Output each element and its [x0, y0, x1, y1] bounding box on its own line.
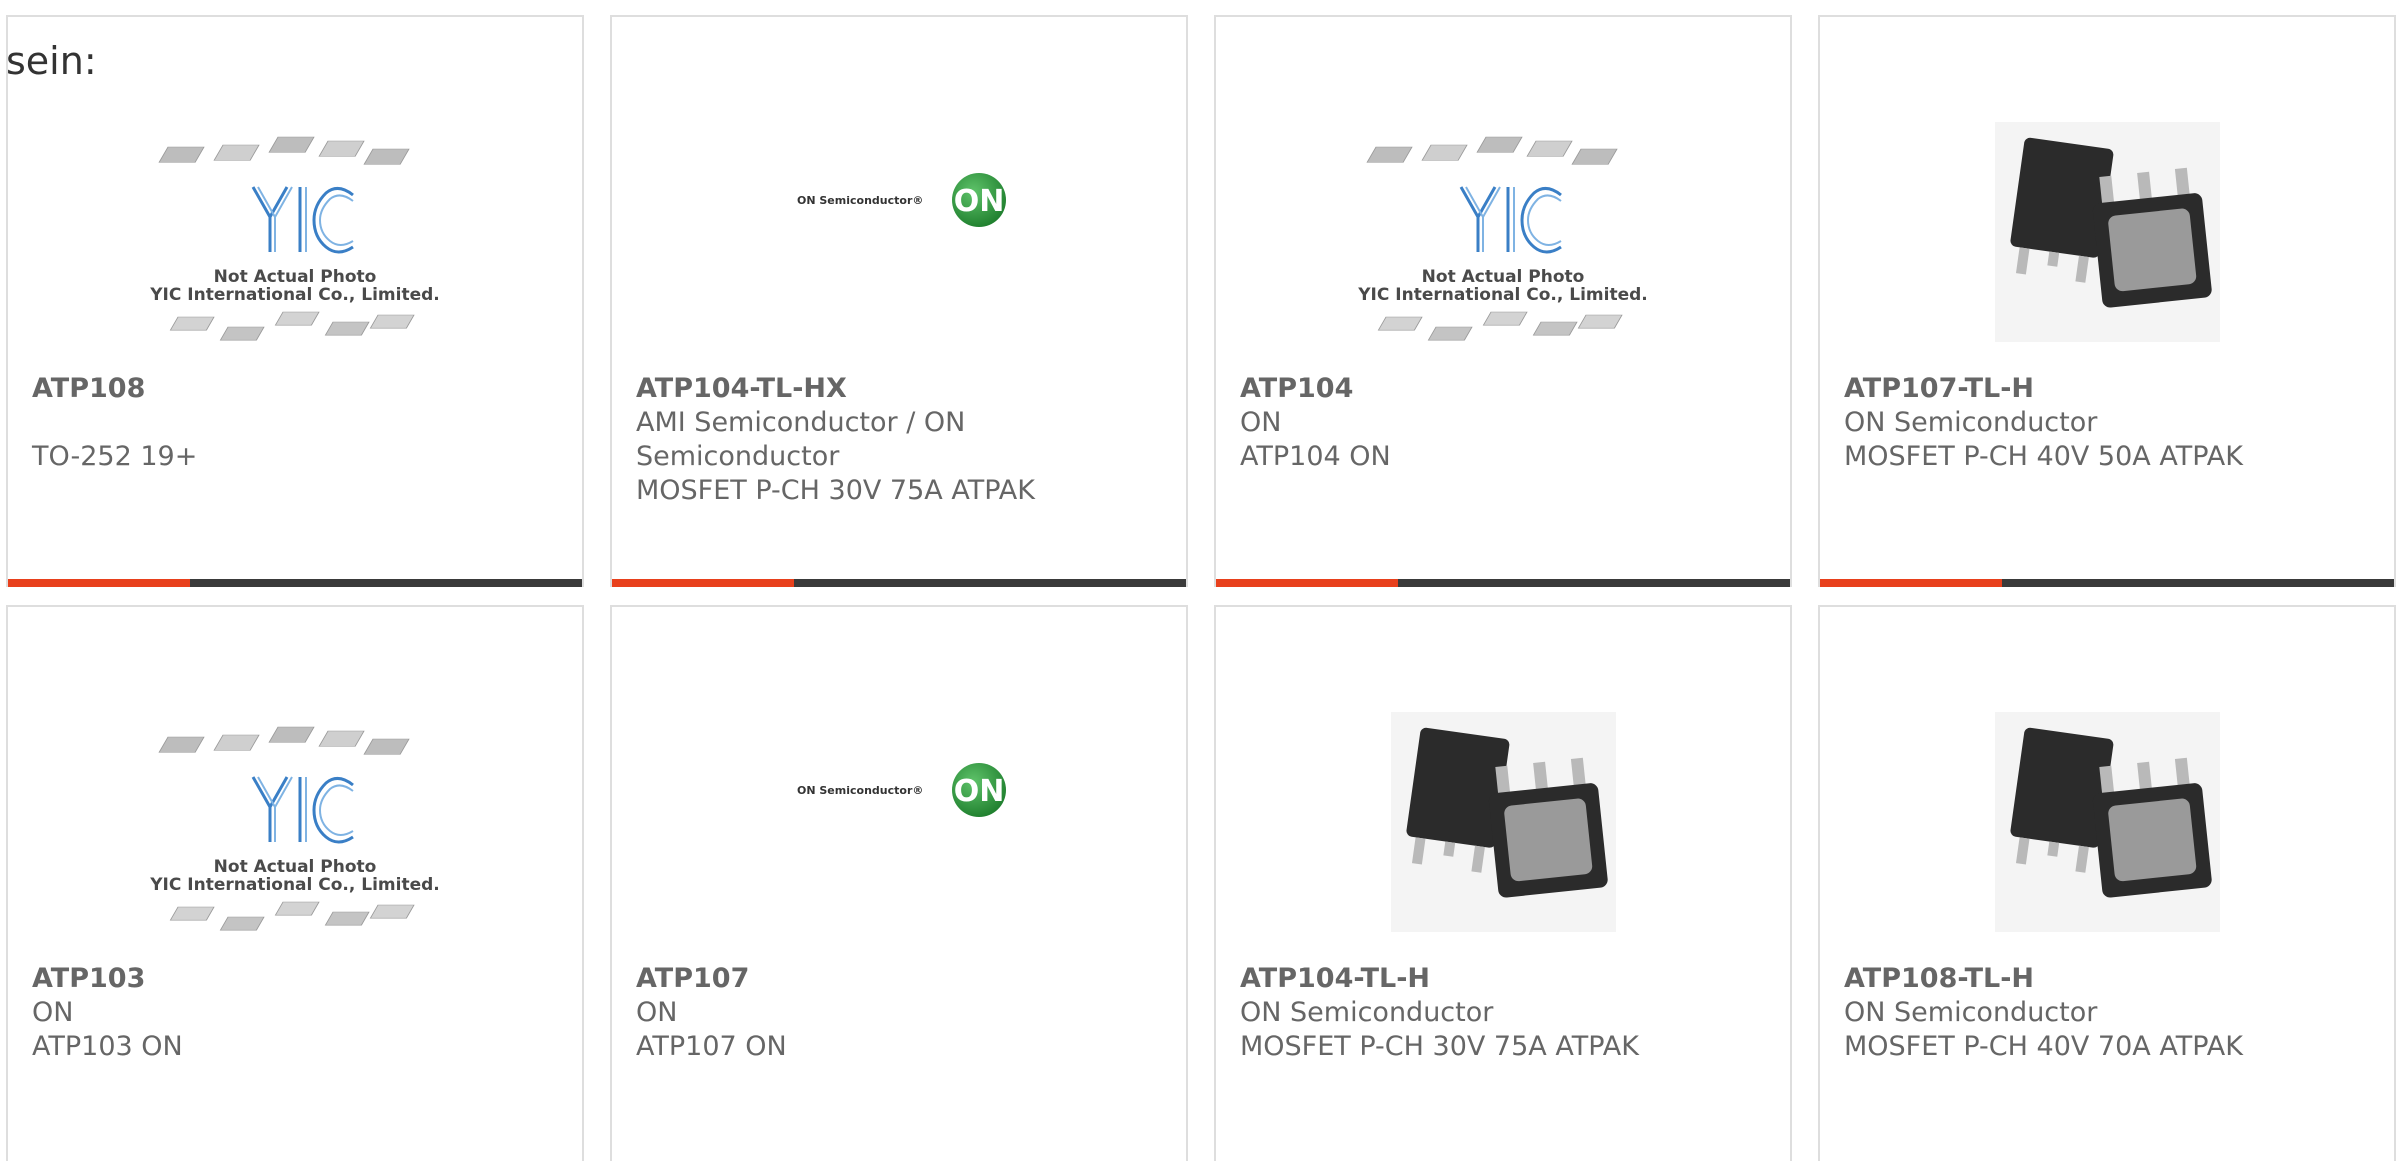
- card-bar-accent: [612, 579, 794, 587]
- product-title[interactable]: ATP104: [1240, 372, 1770, 406]
- svg-text:Not Actual Photo: Not Actual Photo: [214, 857, 377, 877]
- card-bar-accent: [1820, 579, 2002, 587]
- product-info: ATP104-TL-H ON Semiconductor MOSFET P-CH…: [1240, 962, 1770, 1064]
- product-info: ATP103 ON ATP103 ON: [32, 962, 562, 1064]
- product-grid-page: sein: Not Actual Photo YIC International…: [0, 0, 2400, 1161]
- card-bottom-bar: [1820, 579, 2394, 587]
- product-manufacturer: ON: [636, 997, 678, 1028]
- svg-text:ON: ON: [954, 184, 1005, 219]
- product-grid: Not Actual Photo YIC International Co., …: [0, 0, 2400, 1161]
- svg-text:YIC International Co., Limited: YIC International Co., Limited.: [1357, 285, 1648, 305]
- product-image[interactable]: [1820, 77, 2394, 367]
- yic-logo: [1459, 186, 1562, 254]
- product-manufacturer: ON: [32, 997, 74, 1028]
- product-info: ATP104-TL-HX AMI Semiconductor / ON Semi…: [636, 372, 1166, 508]
- svg-text:Not Actual Photo: Not Actual Photo: [214, 267, 377, 287]
- product-description: TO-252 19+: [32, 441, 198, 472]
- yic-logo: [251, 186, 354, 254]
- svg-text:Not Actual Photo: Not Actual Photo: [1422, 267, 1585, 287]
- product-manufacturer: ON: [1240, 407, 1282, 438]
- product-description: ATP104 ON: [1240, 441, 1391, 472]
- product-image[interactable]: [1820, 667, 2394, 957]
- svg-text:ON Semiconductor®: ON Semiconductor®: [797, 194, 923, 207]
- product-card[interactable]: ON Semiconductor® ON ATP104-TL-HX AMI Se…: [610, 15, 1188, 587]
- product-description: MOSFET P-CH 40V 50A ATPAK: [1844, 441, 2243, 472]
- product-manufacturer: ON Semiconductor: [1844, 997, 2098, 1028]
- product-title[interactable]: ATP108-TL-H: [1844, 962, 2374, 996]
- product-info: ATP107-TL-H ON Semiconductor MOSFET P-CH…: [1844, 372, 2374, 474]
- product-title[interactable]: ATP108: [32, 372, 562, 406]
- product-title[interactable]: ATP107: [636, 962, 1166, 996]
- svg-text:YIC International Co., Limited: YIC International Co., Limited.: [149, 875, 440, 895]
- svg-text:ON: ON: [954, 774, 1005, 809]
- product-description: MOSFET P-CH 30V 75A ATPAK: [636, 475, 1035, 506]
- product-manufacturer: [32, 406, 562, 440]
- product-manufacturer: AMI Semiconductor / ON Semiconductor: [636, 407, 966, 472]
- svg-text:ON Semiconductor®: ON Semiconductor®: [797, 784, 923, 797]
- product-info: ATP108-TL-H ON Semiconductor MOSFET P-CH…: [1844, 962, 2374, 1064]
- product-card[interactable]: Not Actual Photo YIC International Co., …: [6, 15, 584, 587]
- product-description: ATP107 ON: [636, 1031, 787, 1062]
- svg-text:YIC International Co., Limited: YIC International Co., Limited.: [149, 285, 440, 305]
- product-info: ATP104 ON ATP104 ON: [1240, 372, 1770, 474]
- product-image[interactable]: ON Semiconductor® ON: [612, 667, 1186, 957]
- product-description: MOSFET P-CH 30V 75A ATPAK: [1240, 1031, 1639, 1062]
- product-manufacturer: ON Semiconductor: [1844, 407, 2098, 438]
- product-image[interactable]: ON Semiconductor® ON: [612, 77, 1186, 367]
- product-description: ATP103 ON: [32, 1031, 183, 1062]
- product-info: ATP107 ON ATP107 ON: [636, 962, 1166, 1064]
- product-info: ATP108 TO-252 19+: [32, 372, 562, 474]
- product-card[interactable]: ATP107-TL-H ON Semiconductor MOSFET P-CH…: [1818, 15, 2396, 587]
- product-image[interactable]: [1216, 667, 1790, 957]
- product-description: MOSFET P-CH 40V 70A ATPAK: [1844, 1031, 2243, 1062]
- product-card[interactable]: Not Actual Photo YIC International Co., …: [1214, 15, 1792, 587]
- card-bottom-bar: [612, 579, 1186, 587]
- product-card[interactable]: Not Actual Photo YIC International Co., …: [6, 605, 584, 1161]
- product-card[interactable]: ON Semiconductor® ON ATP107 ON ATP107 ON: [610, 605, 1188, 1161]
- product-title[interactable]: ATP103: [32, 962, 562, 996]
- product-image[interactable]: Not Actual Photo YIC International Co., …: [8, 667, 582, 957]
- intro-text: sein:: [6, 39, 97, 83]
- yic-logo: [251, 776, 354, 844]
- product-title[interactable]: ATP104-TL-HX: [636, 372, 1166, 406]
- product-card[interactable]: ATP108-TL-H ON Semiconductor MOSFET P-CH…: [1818, 605, 2396, 1161]
- card-bottom-bar: [1216, 579, 1790, 587]
- product-card[interactable]: ATP104-TL-H ON Semiconductor MOSFET P-CH…: [1214, 605, 1792, 1161]
- product-manufacturer: ON Semiconductor: [1240, 997, 1494, 1028]
- card-bottom-bar: [8, 579, 582, 587]
- product-image[interactable]: Not Actual Photo YIC International Co., …: [8, 77, 582, 367]
- card-bar-accent: [8, 579, 190, 587]
- card-bar-accent: [1216, 579, 1398, 587]
- product-title[interactable]: ATP107-TL-H: [1844, 372, 2374, 406]
- product-image[interactable]: Not Actual Photo YIC International Co., …: [1216, 77, 1790, 367]
- product-title[interactable]: ATP104-TL-H: [1240, 962, 1770, 996]
